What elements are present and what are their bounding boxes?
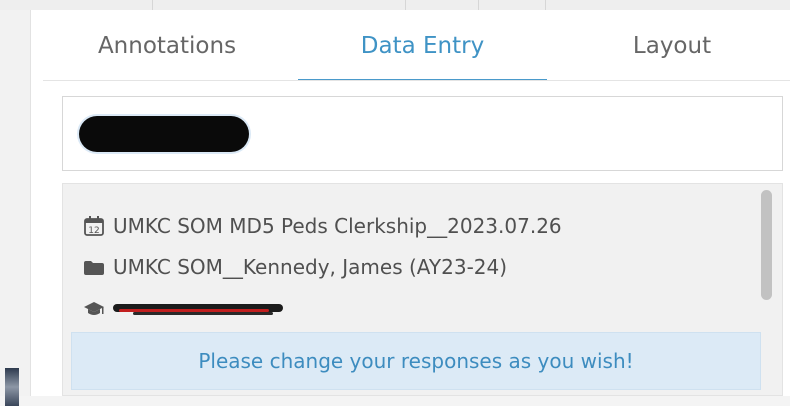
- redacted-student-name: [113, 301, 283, 317]
- side-panel: Annotations Data Entry Layout 12 UMKC SO…: [30, 10, 790, 396]
- redacted-value: [79, 116, 249, 152]
- toolbar-separator: [545, 0, 546, 10]
- graduation-cap-icon: [83, 300, 113, 318]
- info-notice: Please change your responses as you wish…: [71, 332, 761, 390]
- panel-tabs: Annotations Data Entry Layout: [43, 10, 790, 81]
- tab-data-entry[interactable]: Data Entry: [298, 10, 547, 81]
- toolbar-separator: [152, 0, 153, 10]
- tab-label: Data Entry: [360, 33, 485, 59]
- top-toolbar-strip: [0, 0, 790, 10]
- tab-layout[interactable]: Layout: [553, 10, 790, 80]
- record-select-field[interactable]: [62, 96, 783, 171]
- tab-annotations[interactable]: Annotations: [43, 10, 291, 80]
- info-row-student: [83, 294, 283, 324]
- toolbar-separator: [478, 0, 479, 10]
- event-name: UMKC SOM MD5 Peds Clerkship__2023.07.26: [113, 214, 562, 238]
- scrollbar-thumb[interactable]: [761, 190, 772, 300]
- info-row-folder: UMKC SOM__Kennedy, James (AY23-24): [83, 252, 507, 282]
- tab-label: Layout: [632, 33, 712, 59]
- left-gutter: [0, 10, 30, 406]
- tab-label: Annotations: [97, 33, 237, 59]
- svg-text:12: 12: [88, 226, 99, 236]
- calendar-icon: 12: [83, 215, 113, 237]
- tabs-divider: [43, 80, 790, 81]
- folder-name: UMKC SOM__Kennedy, James (AY23-24): [113, 255, 508, 279]
- folder-icon: [83, 258, 113, 276]
- toolbar-separator: [405, 0, 406, 10]
- info-row-event: 12 UMKC SOM MD5 Peds Clerkship__2023.07.…: [83, 211, 562, 241]
- edge-thumbnail: [5, 368, 19, 406]
- record-info-box: 12 UMKC SOM MD5 Peds Clerkship__2023.07.…: [62, 183, 783, 396]
